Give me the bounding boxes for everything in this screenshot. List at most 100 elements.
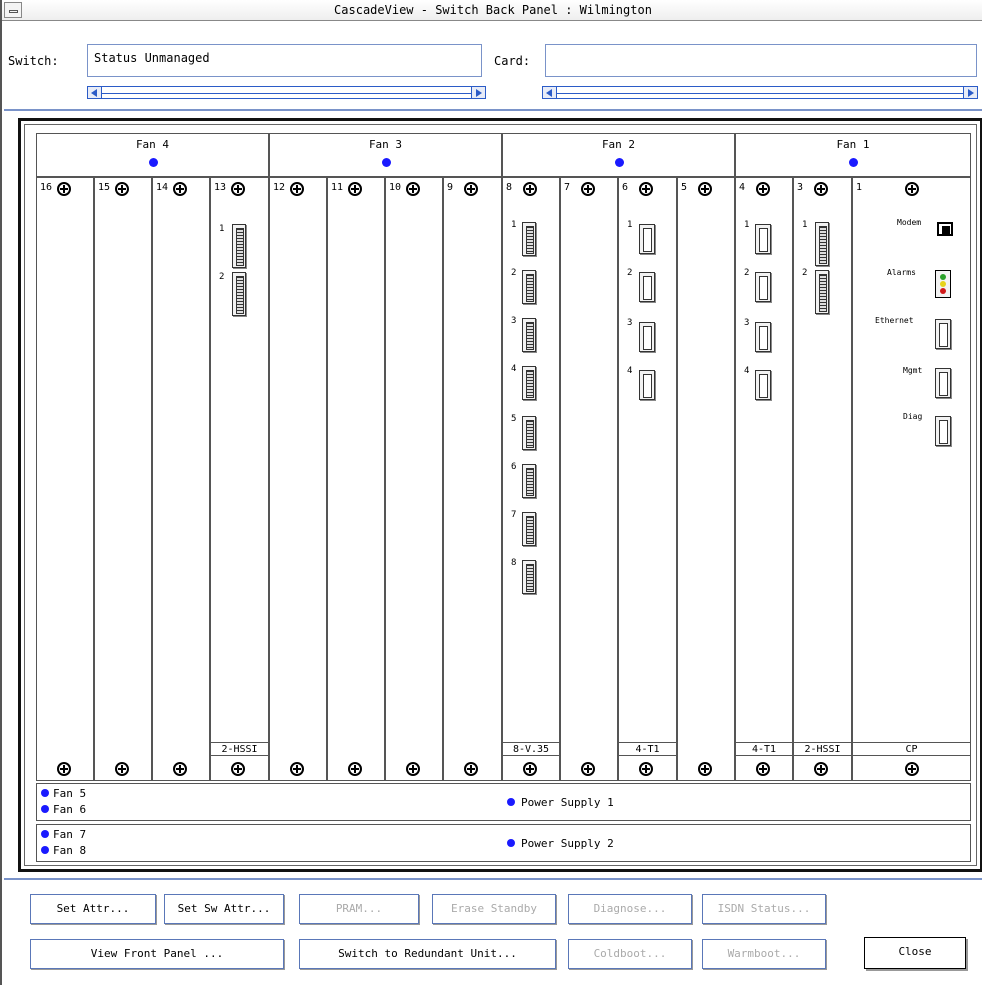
port-label: 2	[627, 268, 633, 278]
coldboot-button[interactable]: Coldboot...	[568, 939, 692, 969]
separator	[4, 878, 982, 880]
modem-port-icon[interactable]	[937, 222, 953, 236]
db15-connector-icon[interactable]	[639, 322, 655, 352]
scroll-left-icon[interactable]	[543, 87, 557, 98]
fan-label: Fan 5	[53, 787, 87, 800]
slot-14[interactable]: 14	[152, 177, 210, 781]
slot-7[interactable]: 7	[560, 177, 618, 781]
screw-icon	[523, 182, 537, 196]
screw-icon	[173, 762, 187, 776]
erase-standby-button[interactable]: Erase Standby	[432, 894, 556, 924]
ethernet-port-icon[interactable]	[935, 319, 951, 349]
card-field[interactable]	[545, 44, 977, 77]
close-button[interactable]: Close	[864, 937, 966, 969]
port-label: 2	[219, 272, 225, 282]
diag-port-icon[interactable]	[935, 416, 951, 446]
scroll-right-icon[interactable]	[471, 87, 485, 98]
db15-connector-icon[interactable]	[755, 370, 771, 400]
v35-connector-icon[interactable]	[522, 416, 536, 450]
port-label: 2	[511, 268, 517, 278]
slot-16[interactable]: 16	[36, 177, 94, 781]
set-sw-attr-button[interactable]: Set Sw Attr...	[164, 894, 284, 924]
db15-connector-icon[interactable]	[639, 272, 655, 302]
card-label: Card:	[494, 54, 531, 68]
screw-icon	[756, 762, 770, 776]
fan-4[interactable]: Fan 4	[36, 133, 269, 177]
port-label: 1	[511, 220, 517, 230]
scroll-track[interactable]	[557, 93, 963, 94]
db15-connector-icon[interactable]	[755, 224, 771, 254]
db15-connector-icon[interactable]	[639, 370, 655, 400]
slot-8[interactable]: 8 1 2 3 4 5 6 7 8 8-V.35	[502, 177, 560, 781]
port-label: 1	[744, 220, 750, 230]
v35-connector-icon[interactable]	[522, 512, 536, 546]
slot-1[interactable]: 1 Modem Alarms Ethernet Mgmt Diag CP	[852, 177, 971, 781]
scroll-track[interactable]	[102, 93, 471, 94]
screw-icon	[639, 762, 653, 776]
fan-label: Fan 4	[135, 138, 170, 151]
fan-status-dot	[149, 158, 158, 167]
screw-icon	[698, 762, 712, 776]
v35-connector-icon[interactable]	[522, 222, 536, 256]
power-supply-1[interactable]: Fan 5 Fan 6 Power Supply 1	[36, 783, 971, 821]
screw-icon	[406, 762, 420, 776]
slot-15[interactable]: 15	[94, 177, 152, 781]
slot-6[interactable]: 6 1 2 3 4 4-T1	[618, 177, 677, 781]
screw-icon	[756, 182, 770, 196]
slot-3[interactable]: 3 1 2 2-HSSI	[793, 177, 852, 781]
card-type-label: 2-HSSI	[211, 742, 268, 756]
view-front-panel-button[interactable]: View Front Panel ...	[30, 939, 284, 969]
db15-connector-icon[interactable]	[755, 272, 771, 302]
window-title: CascadeView - Switch Back Panel : Wilmin…	[334, 3, 652, 17]
v35-connector-icon[interactable]	[522, 464, 536, 498]
db15-connector-icon[interactable]	[639, 224, 655, 254]
port-label: 2	[744, 268, 750, 278]
pram-button[interactable]: PRAM...	[299, 894, 419, 924]
fan-3[interactable]: Fan 3	[269, 133, 502, 177]
v35-connector-icon[interactable]	[522, 318, 536, 352]
v35-connector-icon[interactable]	[522, 366, 536, 400]
db15-connector-icon[interactable]	[755, 322, 771, 352]
power-supply-1-status: Power Supply 1	[507, 796, 614, 809]
scroll-right-icon[interactable]	[963, 87, 977, 98]
hssi-connector-icon[interactable]	[232, 272, 246, 316]
alarm-indicator-icon	[935, 270, 951, 298]
v35-connector-icon[interactable]	[522, 560, 536, 594]
port-label: Modem	[897, 218, 922, 227]
fan-1[interactable]: Fan 1	[735, 133, 971, 177]
slot-number: 8	[506, 182, 513, 193]
power-status-dot	[507, 798, 515, 806]
slot-number: 13	[214, 182, 227, 193]
screw-icon	[464, 762, 478, 776]
slot-9[interactable]: 9	[443, 177, 502, 781]
port-label: 5	[511, 414, 517, 424]
hssi-connector-icon[interactable]	[232, 224, 246, 268]
switch-field[interactable]: Status Unmanaged	[87, 44, 482, 77]
isdn-status-button[interactable]: ISDN Status...	[702, 894, 826, 924]
port-label: 3	[627, 318, 633, 328]
diagnose-button[interactable]: Diagnose...	[568, 894, 692, 924]
slot-number: 5	[681, 182, 688, 193]
port-label: 4	[744, 366, 750, 376]
slot-5[interactable]: 5	[677, 177, 735, 781]
hssi-connector-icon[interactable]	[815, 222, 829, 266]
card-scrollbar[interactable]	[542, 86, 978, 99]
fan-status-dot	[41, 830, 49, 838]
slot-10[interactable]: 10	[385, 177, 443, 781]
mgmt-port-icon[interactable]	[935, 368, 951, 398]
scroll-left-icon[interactable]	[88, 87, 102, 98]
fan-2[interactable]: Fan 2	[502, 133, 735, 177]
v35-connector-icon[interactable]	[522, 270, 536, 304]
slot-11[interactable]: 11	[327, 177, 385, 781]
hssi-connector-icon[interactable]	[815, 270, 829, 314]
slot-13[interactable]: 13 1 2 2-HSSI	[210, 177, 269, 781]
set-attr-button[interactable]: Set Attr...	[30, 894, 156, 924]
warmboot-button[interactable]: Warmboot...	[702, 939, 826, 969]
switch-scrollbar[interactable]	[87, 86, 486, 99]
slot-4[interactable]: 4 1 2 3 4 4-T1	[735, 177, 793, 781]
power-supply-2[interactable]: Fan 7 Fan 8 Power Supply 2	[36, 824, 971, 862]
slot-12[interactable]: 12	[269, 177, 327, 781]
switch-redundant-button[interactable]: Switch to Redundant Unit...	[299, 939, 556, 969]
fan-status-dot	[849, 158, 858, 167]
screw-icon	[348, 762, 362, 776]
